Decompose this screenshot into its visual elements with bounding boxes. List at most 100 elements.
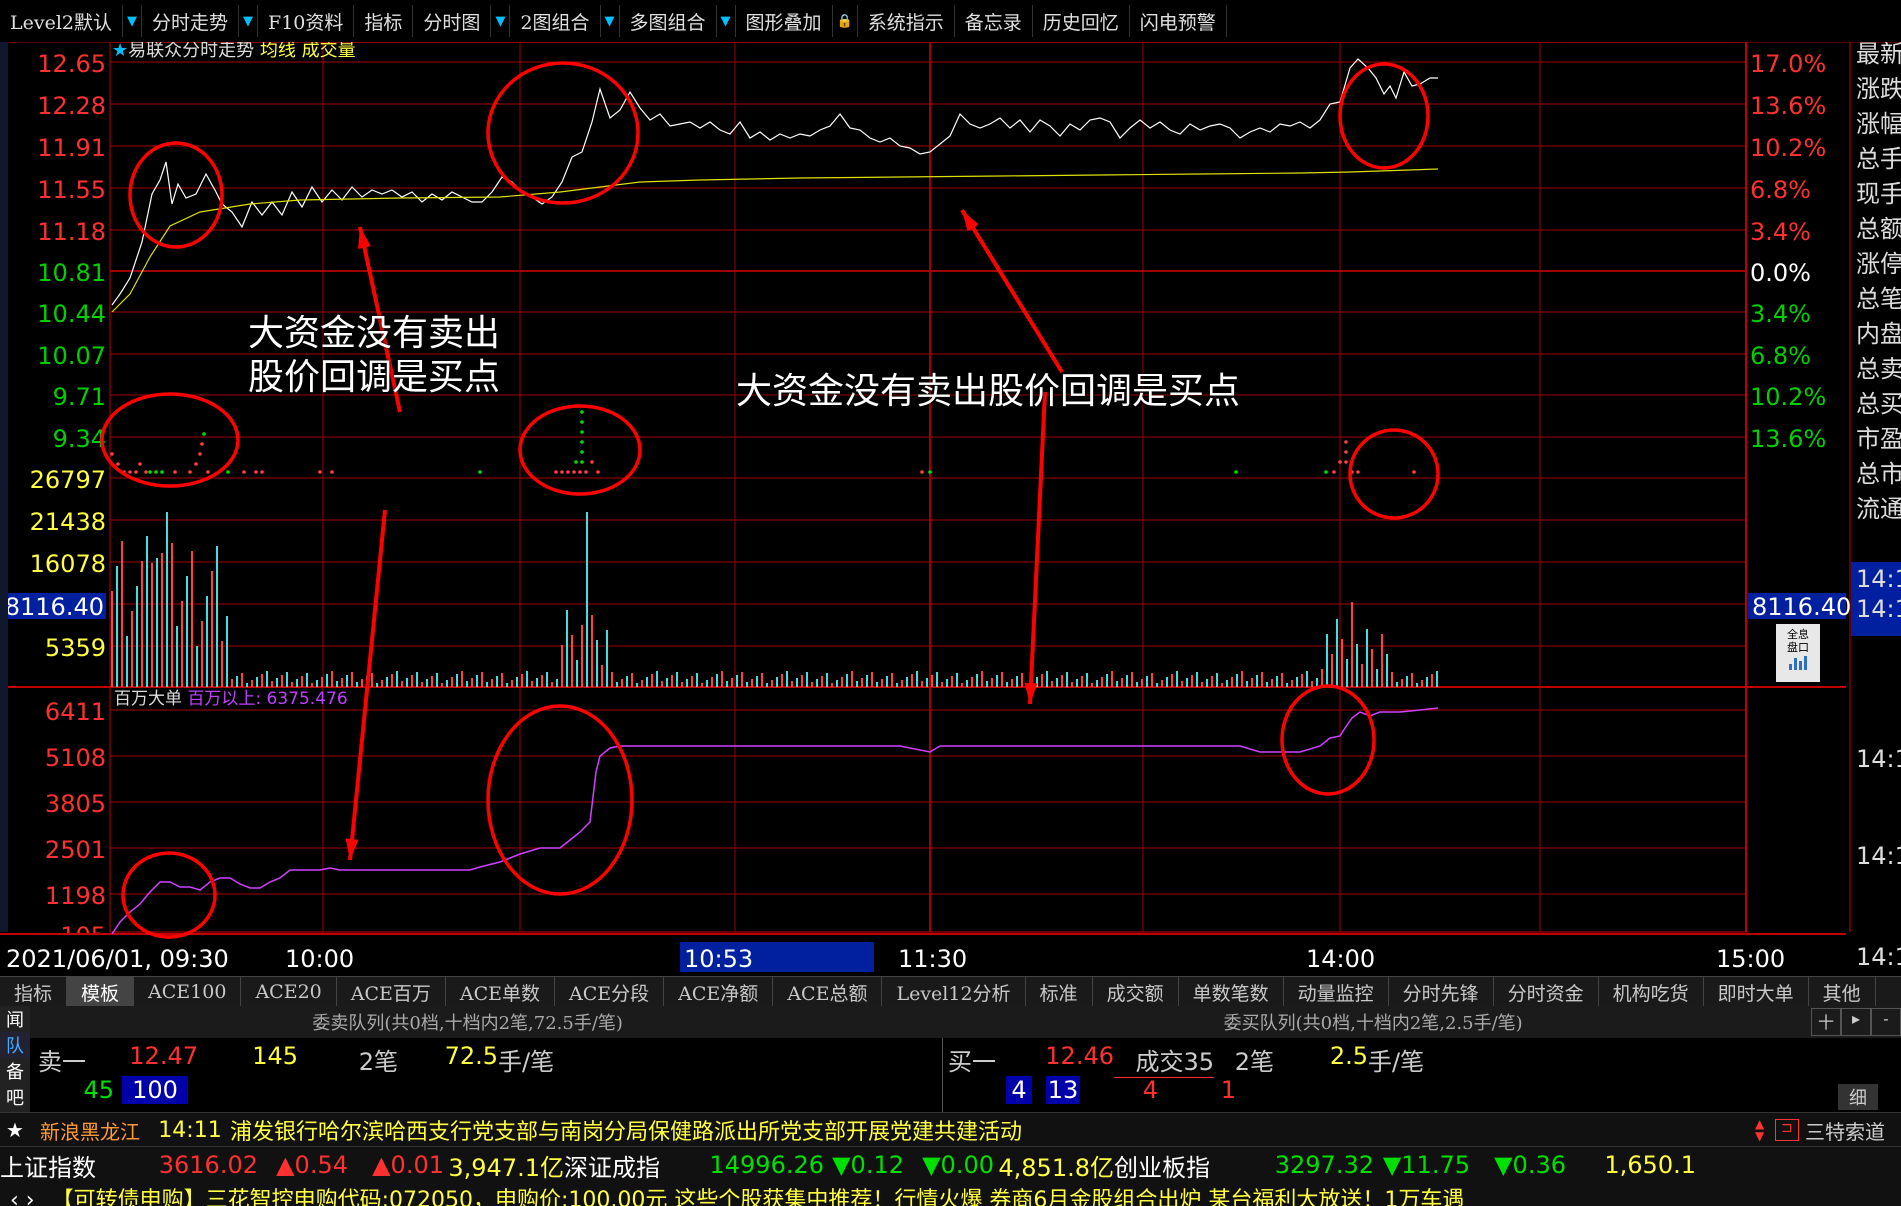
- sell-queue-item: 45: [83, 1076, 114, 1104]
- toolbar-button[interactable]: 分时走势: [142, 5, 240, 37]
- tab-9[interactable]: Level12分析: [882, 977, 1026, 1007]
- big-order-dot: [1324, 470, 1328, 474]
- quote-field-label: 涨停: [1856, 250, 1901, 278]
- ticker-nav-icon[interactable]: ‹ ›: [0, 1188, 52, 1206]
- dropdown-arrow-icon[interactable]: ▼: [491, 5, 511, 37]
- big-order-dot: [1344, 460, 1348, 464]
- index-percent: ▲0.01: [372, 1151, 444, 1179]
- price-axis-label: 11.18: [37, 218, 106, 246]
- toolbar-button[interactable]: 系统指示: [858, 5, 955, 37]
- side-tab-queue[interactable]: 队: [0, 1032, 30, 1058]
- tab-16[interactable]: 机构吃货: [1599, 977, 1704, 1007]
- toolbar-button[interactable]: 图形叠加: [736, 5, 833, 37]
- big-order-dot: [1234, 470, 1238, 474]
- detail-button[interactable]: 细: [1838, 1084, 1878, 1110]
- tab-17[interactable]: 即时大单: [1704, 977, 1809, 1007]
- sub-chart-value: 百万以上: 6375.476: [187, 689, 347, 709]
- toolbar-button[interactable]: 备忘录: [955, 5, 1033, 37]
- toolbar-button[interactable]: 历史回忆: [1033, 5, 1130, 37]
- dropdown-arrow-icon[interactable]: ▼: [239, 5, 259, 37]
- toolbar-button[interactable]: 闪电预警: [1130, 5, 1227, 37]
- tab-18[interactable]: 其他: [1809, 977, 1876, 1007]
- big-order-dot: [580, 450, 584, 454]
- side-tab-forum[interactable]: 吧: [0, 1084, 30, 1110]
- tab-15[interactable]: 分时资金: [1494, 977, 1599, 1007]
- dropdown-arrow-icon[interactable]: ▼: [123, 5, 143, 37]
- big-order-dot: [554, 470, 558, 474]
- lock-icon[interactable]: 🔒: [833, 5, 858, 37]
- toolbar-button[interactable]: 指标: [354, 5, 414, 37]
- side-tab-memo[interactable]: 备: [0, 1058, 30, 1084]
- chart-stock-name: 易联众分时走势: [128, 42, 260, 61]
- tab-14[interactable]: 分时先锋: [1389, 977, 1494, 1007]
- news-related-stock[interactable]: 三特索道: [1805, 1116, 1901, 1145]
- side-tab-strip: 闻 队 备 吧: [0, 1006, 30, 1112]
- big-order-dot: [254, 470, 258, 474]
- percent-axis-label: 0.0%: [1750, 259, 1811, 287]
- tab-10[interactable]: 标准: [1026, 977, 1093, 1007]
- big-order-dot: [242, 470, 246, 474]
- scroll-arrows-icon[interactable]: ▲ ▼: [1755, 1118, 1769, 1142]
- vol-axis-label: 26797: [30, 466, 106, 494]
- annotation-circle: [1348, 428, 1440, 520]
- side-tab-news[interactable]: 闻: [0, 1006, 30, 1032]
- index-name[interactable]: 上证指数: [0, 1148, 108, 1183]
- sell-one-price: 12.47: [129, 1042, 198, 1070]
- queue-control-button[interactable]: 十: [1811, 1008, 1841, 1036]
- price-axis-label: 10.44: [37, 300, 106, 328]
- chart-title: ★易联众分时走势 均线 成交量: [112, 42, 356, 61]
- queue-controls: 十 ▸ -: [1811, 1008, 1901, 1036]
- tab-13[interactable]: 动量监控: [1284, 977, 1389, 1007]
- tab-0[interactable]: 指标: [0, 977, 68, 1007]
- tab-3[interactable]: ACE20: [241, 977, 337, 1007]
- percent-axis-label: 17.0%: [1750, 50, 1826, 78]
- intraday-chart[interactable]: ★易联众分时走势 均线 成交量 12.65 12.28 11.91 11.55 11.18…: [0, 42, 1901, 976]
- queue-control-button[interactable]: -: [1871, 1008, 1901, 1036]
- tab-8[interactable]: ACE总额: [773, 977, 883, 1007]
- big-order-dot: [330, 470, 334, 474]
- tab-6[interactable]: ACE分段: [555, 977, 665, 1007]
- index-name[interactable]: 创业板指: [1114, 1148, 1214, 1183]
- tab-2[interactable]: ACE100: [134, 977, 242, 1007]
- toolbar-button[interactable]: 2图组合: [510, 5, 601, 37]
- queue-control-button[interactable]: ▸: [1841, 1008, 1871, 1036]
- big-order-dot: [318, 470, 322, 474]
- big-order-dot: [128, 470, 132, 474]
- buy-queue-item: 1: [1220, 1076, 1236, 1104]
- big-order-dot: [1356, 470, 1360, 474]
- index-value: 14996.26: [709, 1151, 824, 1179]
- full-info-button[interactable]: 全息盘口: [1776, 624, 1820, 682]
- tab-4[interactable]: ACE百万: [337, 977, 446, 1007]
- order-queue-panel: 委卖队列(共0档,十档内2笔,72.5手/笔) 委买队列(共0档,十档内2笔,2…: [0, 1006, 1901, 1112]
- toolbar-button[interactable]: 多图组合: [620, 5, 717, 37]
- big-order-dot: [202, 432, 206, 436]
- tab-7[interactable]: ACE净额: [664, 977, 774, 1007]
- dropdown-arrow-icon[interactable]: ▼: [717, 5, 736, 37]
- tab-1[interactable]: 模板: [67, 977, 135, 1007]
- news-headline[interactable]: 浦发银行哈尔滨哈西支行党支部与南岗分局保健路派出所党支部开展党建共建活动: [230, 1114, 1755, 1146]
- ticker-text[interactable]: 【可转债申购】三花智控申购代码:072050，申购价:100.00元 这些个股获…: [52, 1188, 1465, 1206]
- tab-12[interactable]: 单数笔数: [1179, 977, 1284, 1007]
- big-order-dot: [1338, 460, 1342, 464]
- buy-one-row: 买一 12.46 成交35 2笔 2.5 手/笔: [948, 1042, 1424, 1078]
- big-order-dot: [260, 470, 264, 474]
- big-order-dot: [920, 470, 924, 474]
- toolbar-button[interactable]: 分时图: [413, 5, 492, 37]
- tab-5[interactable]: ACE单数: [446, 977, 556, 1007]
- window-icon[interactable]: ⊐: [1775, 1119, 1799, 1141]
- percent-axis-label: 3.4%: [1750, 218, 1811, 246]
- buy-one-label: 买一: [948, 1048, 996, 1076]
- vol-axis-label: 8116.40: [5, 593, 104, 621]
- big-order-dot: [134, 470, 138, 474]
- toolbar-button[interactable]: F10资料: [258, 5, 355, 37]
- toolbar-button[interactable]: Level2默认: [0, 5, 124, 37]
- big-order-dot: [580, 420, 584, 424]
- time-label: 10:00: [285, 945, 354, 973]
- big-order-dot: [580, 430, 584, 434]
- tab-11[interactable]: 成交额: [1093, 977, 1179, 1007]
- price-axis-label: 9.71: [53, 383, 106, 411]
- star-icon[interactable]: ★: [0, 1118, 30, 1142]
- right-time-label: 14:1: [1856, 565, 1901, 593]
- dropdown-arrow-icon[interactable]: ▼: [601, 5, 620, 37]
- index-name[interactable]: 深证成指: [564, 1148, 664, 1183]
